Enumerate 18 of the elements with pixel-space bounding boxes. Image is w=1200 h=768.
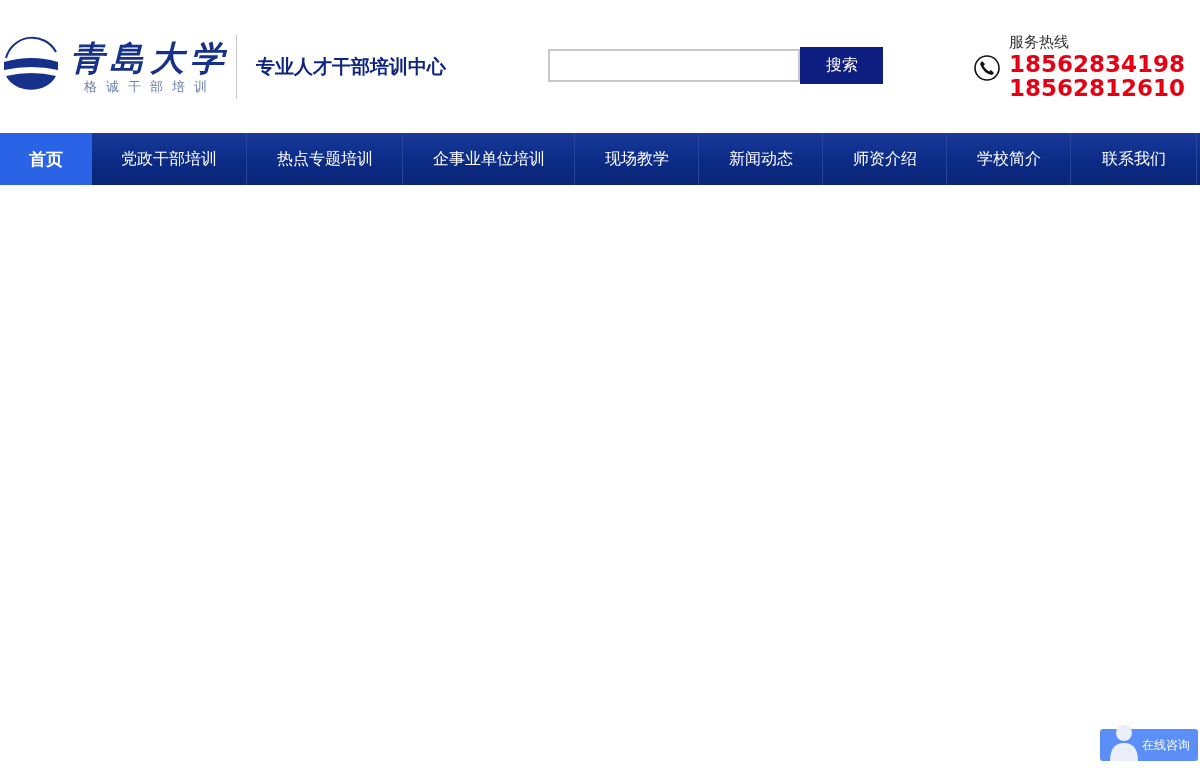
nav-tab[interactable]: 新闻动态 [699, 133, 823, 185]
nav-tab[interactable]: 学校简介 [947, 133, 1071, 185]
nav-tab[interactable]: 热点专题培训 [247, 133, 403, 185]
hotline-number: 18562834198 [1009, 52, 1187, 76]
nav-tab[interactable]: 企事业单位培训 [403, 133, 575, 185]
nav-tab[interactable]: 首页 [0, 133, 92, 185]
nav-tab[interactable]: 现场教学 [575, 133, 699, 185]
university-name: 青島大学 [70, 37, 230, 78]
phone-icon [974, 55, 1000, 81]
hotline-number: 18562812610 [1009, 76, 1187, 100]
nav-tab[interactable]: 联系我们 [1071, 133, 1197, 185]
center-title: 专业人才干部培训中心 [256, 53, 447, 79]
search-field[interactable] [548, 49, 800, 82]
logo-slogan: 格诚干部培训 [84, 77, 216, 96]
nav-tab[interactable]: 师资介绍 [823, 133, 947, 185]
nav-tab[interactable]: 党政干部培训 [92, 133, 247, 185]
search-button[interactable]: 搜索 [800, 47, 883, 84]
hotline-label: 服务热线 [1009, 33, 1070, 52]
